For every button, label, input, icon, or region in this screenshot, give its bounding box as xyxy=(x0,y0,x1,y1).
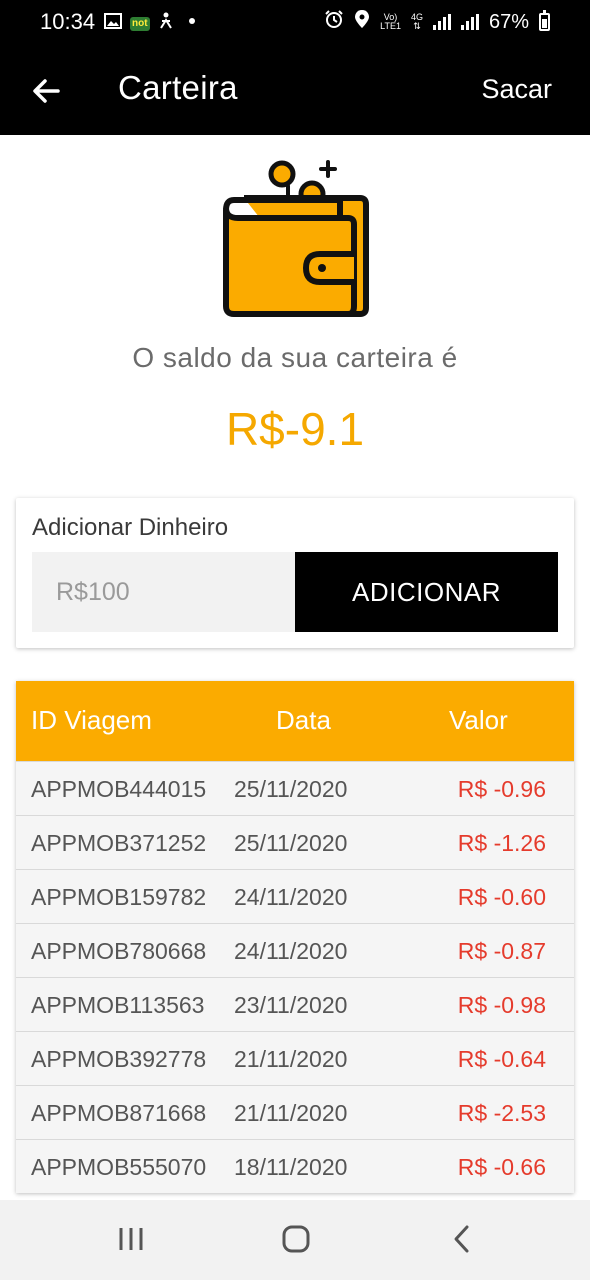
table-row: APPMOB871668 21/11/2020 R$ -2.53 xyxy=(16,1085,574,1139)
trip-value: R$ -1.26 xyxy=(457,830,546,856)
trip-date: 25/11/2020 xyxy=(234,776,348,802)
trip-value: R$ -0.64 xyxy=(457,1046,546,1072)
signal-icon-2 xyxy=(460,14,479,30)
table-row: APPMOB444015 25/11/2020 R$ -0.96 xyxy=(16,761,574,815)
column-header-value: Valor xyxy=(449,705,508,735)
table-header: ID Viagem Data Valor xyxy=(16,681,574,761)
column-header-date: Data xyxy=(276,705,331,735)
table-row: APPMOB371252 25/11/2020 R$ -1.26 xyxy=(16,815,574,869)
page-title: Carteira xyxy=(118,69,238,106)
table-row: APPMOB159782 24/11/2020 R$ -0.60 xyxy=(16,869,574,923)
add-money-title: Adicionar Dinheiro xyxy=(32,514,229,541)
add-money-card: Adicionar Dinheiro ADICIONAR xyxy=(16,498,574,648)
trip-value: R$ -0.96 xyxy=(457,776,546,802)
trip-date: 25/11/2020 xyxy=(234,830,348,856)
table-row: APPMOB113563 23/11/2020 R$ -0.98 xyxy=(16,977,574,1031)
trip-date: 23/11/2020 xyxy=(234,992,348,1018)
dot-icon xyxy=(182,13,198,34)
signal-icon xyxy=(432,14,451,30)
balance-label: O saldo da sua carteira é xyxy=(132,342,458,373)
trip-id: APPMOB871668 xyxy=(31,1100,207,1126)
trip-date: 21/11/2020 xyxy=(234,1100,348,1126)
trip-id: APPMOB444015 xyxy=(31,776,207,802)
trip-value: R$ -0.98 xyxy=(457,992,546,1018)
battery-icon xyxy=(539,10,550,31)
wallet-icon xyxy=(216,156,376,322)
table-row: APPMOB392778 21/11/2020 R$ -0.64 xyxy=(16,1031,574,1085)
back-arrow-icon[interactable] xyxy=(28,71,68,111)
back-nav-icon[interactable] xyxy=(442,1222,482,1258)
alarm-icon xyxy=(324,9,344,35)
trip-value: R$ -0.87 xyxy=(457,938,546,964)
trip-id: APPMOB371252 xyxy=(31,830,207,856)
trip-id: APPMOB113563 xyxy=(31,992,205,1018)
trip-value: R$ -0.60 xyxy=(457,884,546,910)
trip-id: APPMOB780668 xyxy=(31,938,207,964)
trip-date: 24/11/2020 xyxy=(234,884,348,910)
trip-value: R$ -2.53 xyxy=(457,1100,546,1126)
home-icon[interactable] xyxy=(276,1222,316,1258)
amount-input[interactable] xyxy=(32,552,295,632)
battery-percent: 67% xyxy=(488,10,529,33)
navigation-bar xyxy=(0,1200,590,1280)
volte-icon: Vo) LTE1 xyxy=(380,12,401,31)
trip-value: R$ -0.66 xyxy=(457,1154,546,1180)
balance-value: R$-9.1 xyxy=(225,403,365,455)
gallery-icon xyxy=(104,13,122,34)
trip-date: 24/11/2020 xyxy=(234,938,348,964)
recent-apps-icon[interactable] xyxy=(112,1222,152,1258)
status-bar: 10:34 not Vo) LTE1 4G ⇅ 67% xyxy=(0,0,590,45)
column-header-id: ID Viagem xyxy=(31,705,152,735)
withdraw-button[interactable]: Sacar xyxy=(481,74,552,105)
add-money-button[interactable]: ADICIONAR xyxy=(295,552,558,632)
app-bar: Carteira Sacar xyxy=(0,45,590,135)
table-row: APPMOB555070 18/11/2020 R$ -0.66 xyxy=(16,1139,574,1193)
location-icon xyxy=(354,9,370,35)
network-type-icon: 4G ⇅ xyxy=(410,12,423,31)
trip-id: APPMOB555070 xyxy=(31,1154,207,1180)
trip-id: APPMOB392778 xyxy=(31,1046,207,1072)
transactions-table: ID Viagem Data Valor APPMOB444015 25/11/… xyxy=(16,681,574,1193)
status-time: 10:34 xyxy=(40,9,96,34)
table-row: APPMOB780668 24/11/2020 R$ -0.87 xyxy=(16,923,574,977)
trip-date: 18/11/2020 xyxy=(234,1154,348,1180)
notification-app-icon: not xyxy=(130,16,150,31)
accessibility-icon xyxy=(158,12,174,35)
trip-id: APPMOB159782 xyxy=(31,884,207,910)
trip-date: 21/11/2020 xyxy=(234,1046,348,1072)
